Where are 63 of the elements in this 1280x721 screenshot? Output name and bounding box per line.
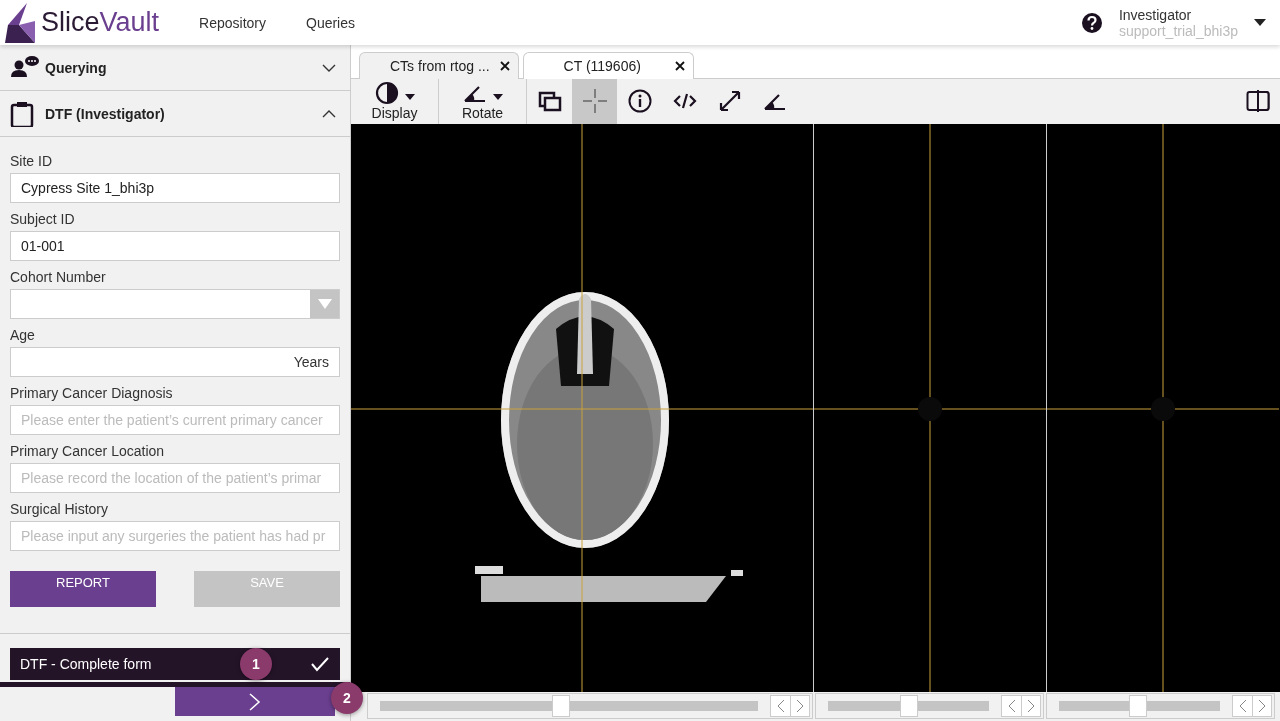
viewer-tab[interactable]: CTs from rtog ...: [359, 51, 519, 79]
previous-button[interactable]: [1233, 696, 1252, 717]
chevron-left-icon: [1238, 699, 1247, 714]
field-label: Subject ID: [10, 211, 76, 227]
split-view-icon: [1245, 89, 1270, 114]
section-title: Querying: [45, 59, 108, 76]
expand-icon: [717, 89, 742, 114]
task-bar[interactable]: DTF - Complete form 1: [10, 648, 340, 680]
brand-name[interactable]: Vault: [99, 7, 160, 38]
nav-link[interactable]: Repository: [199, 14, 266, 31]
user-name[interactable]: Investigator: [1118, 6, 1238, 23]
chevron-right-icon: [249, 692, 261, 711]
section-header[interactable]: DTF (Investigator): [0, 91, 350, 137]
step-badge: 1: [240, 648, 272, 680]
slider-thumb[interactable]: [1128, 695, 1147, 718]
next-button[interactable]: [1021, 696, 1040, 717]
viewer-tab[interactable]: CT (119606): [522, 51, 694, 79]
previous-button[interactable]: [771, 696, 790, 717]
previous-button[interactable]: [1002, 696, 1021, 717]
field-label: Cohort Number: [10, 269, 107, 285]
help-icon[interactable]: [1080, 11, 1103, 34]
logo-icon[interactable]: [5, 2, 35, 43]
input-field[interactable]: 01-001: [10, 231, 340, 261]
chevron-left-icon: [1007, 699, 1016, 714]
field-label: Site ID: [10, 153, 53, 169]
unit-label: Years: [293, 354, 329, 370]
tab-label: CT (119606): [563, 57, 641, 74]
slider-thumb[interactable]: [552, 695, 571, 718]
report-button[interactable]: REPORT: [10, 571, 156, 607]
chevron-right-icon: [1258, 699, 1266, 714]
info-icon: [627, 89, 652, 114]
section-title: DTF (Investigator): [45, 105, 166, 122]
section-header[interactable]: Querying: [0, 45, 350, 91]
chevron-down-icon[interactable]: [322, 63, 336, 72]
toolbar-button[interactable]: [572, 78, 617, 125]
input-field[interactable]: Years: [10, 347, 340, 377]
crosshair-icon: [582, 89, 607, 114]
close-icon[interactable]: [499, 60, 510, 71]
chevron-right-icon: [796, 699, 804, 714]
overlapping-squares-icon: [537, 89, 562, 114]
input-field[interactable]: Please input any surgeries the patient has had pr: [10, 521, 340, 551]
contrast-icon: [374, 81, 399, 106]
caret-icon[interactable]: [1254, 18, 1266, 27]
dropdown-field[interactable]: [10, 289, 340, 319]
field-label: Age: [10, 327, 36, 343]
input-field[interactable]: Please enter the patient’s current primary cancer: [10, 405, 340, 435]
chevron-right-icon: [1027, 699, 1035, 714]
chevron-left-icon: [776, 699, 785, 714]
input-field[interactable]: Please record the location of the patient’s primar: [10, 463, 340, 493]
task-label: DTF - Complete form: [20, 656, 152, 672]
close-icon[interactable]: [674, 60, 685, 71]
field-label: Surgical History: [10, 501, 110, 517]
tab-label: CTs from rtog ...: [390, 57, 490, 74]
next-button[interactable]: [790, 696, 809, 717]
brand-name[interactable]: Slice: [41, 7, 100, 38]
field-label: Primary Cancer Diagnosis: [10, 385, 174, 401]
input-field[interactable]: Cypress Site 1_bhi3p: [10, 173, 340, 203]
dropdown-arrow-icon: [317, 299, 332, 309]
next-button[interactable]: [1252, 696, 1271, 717]
chevron-up-icon[interactable]: [322, 109, 336, 118]
nav-link[interactable]: Queries: [306, 14, 356, 31]
slider-thumb[interactable]: [899, 695, 918, 718]
field-label: Primary Cancer Location: [10, 443, 166, 459]
